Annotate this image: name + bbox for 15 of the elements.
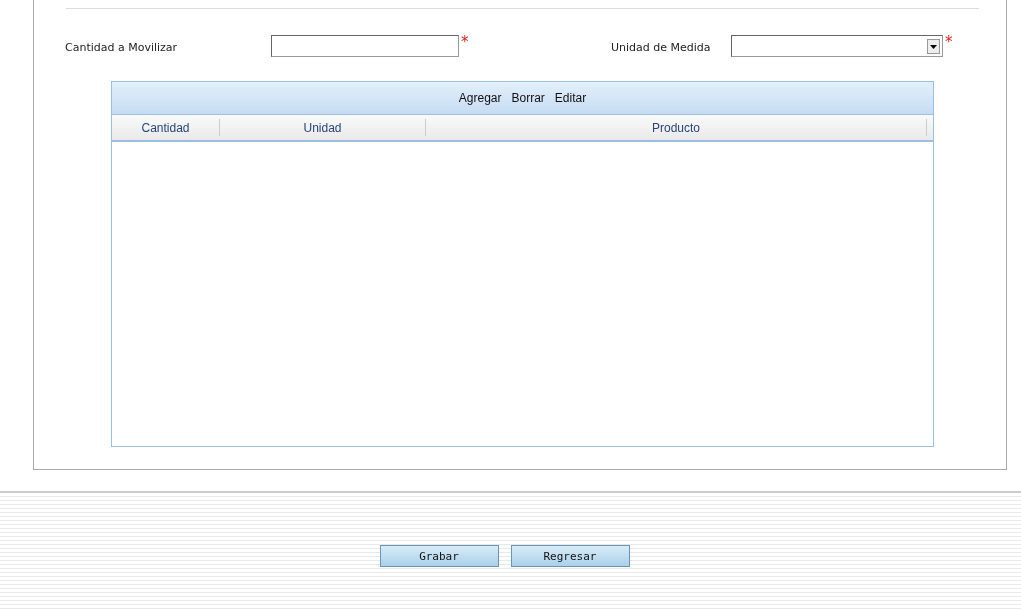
column-header[interactable]: Producto <box>426 119 927 136</box>
unit-dropdown[interactable] <box>731 35 943 57</box>
quantity-input[interactable] <box>271 35 459 57</box>
toolbar-link[interactable]: Borrar <box>511 91 545 105</box>
action-button[interactable]: Regresar <box>510 545 630 567</box>
required-mark: * <box>945 35 953 50</box>
field-label: Cantidad a Movilizar <box>65 40 179 54</box>
field-label: Unidad de Medida <box>611 40 712 54</box>
toolbar-link[interactable]: Editar <box>554 91 587 105</box>
column-header[interactable]: Cantidad <box>112 119 220 136</box>
caret-icon <box>927 38 940 54</box>
required-mark: * <box>461 35 469 50</box>
column-header[interactable]: Unidad <box>220 119 426 136</box>
action-button[interactable]: Grabar <box>379 545 499 567</box>
toolbar-link[interactable]: Agregar <box>458 91 502 105</box>
